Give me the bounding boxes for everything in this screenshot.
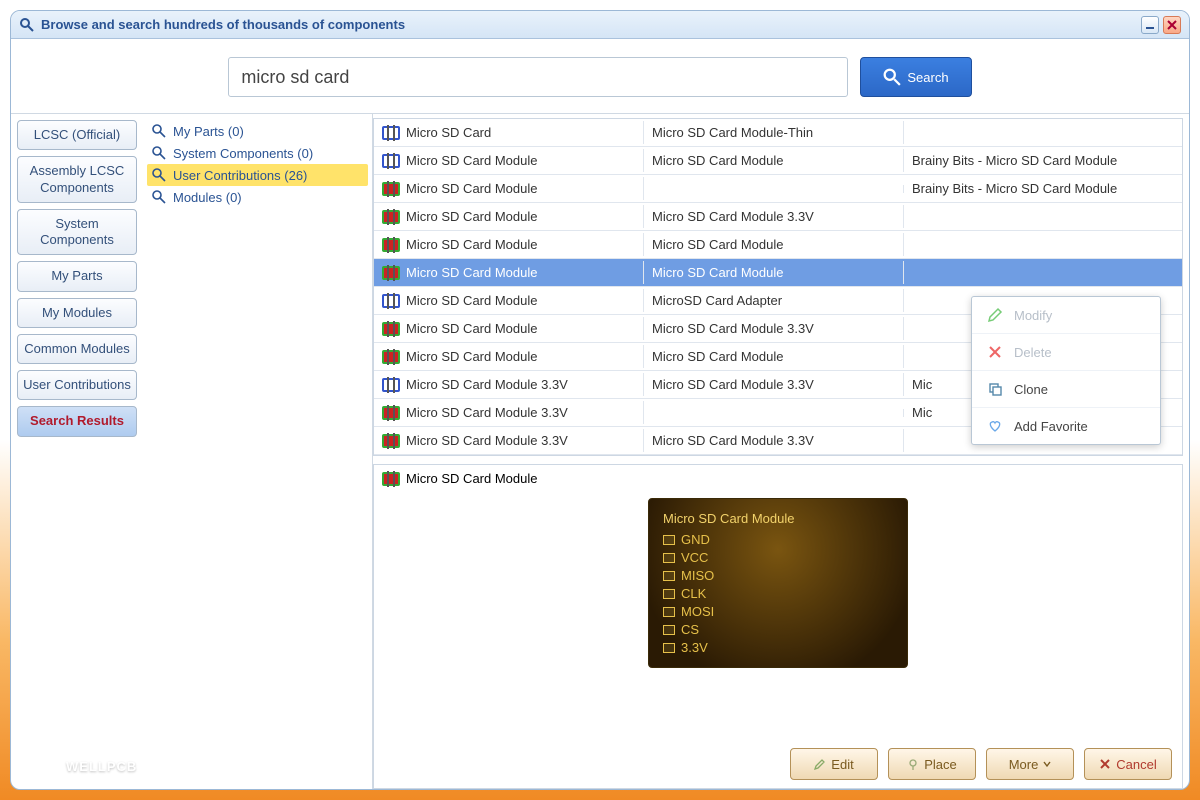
nav-button-7[interactable]: Search Results	[17, 406, 137, 436]
footprint-preview: Micro SD Card Module GND VCC MISO CLK MOSI CS…	[648, 498, 908, 668]
pad-icon	[663, 553, 675, 563]
more-button[interactable]: More	[986, 748, 1074, 780]
main-body: LCSC (Official) Assembly LCSC Components S…	[11, 114, 1189, 789]
place-button[interactable]: Place	[888, 748, 976, 780]
nav-button-3[interactable]: My Parts	[17, 261, 137, 291]
watermark-text: WELLPCB	[66, 759, 137, 774]
search-button-label: Search	[907, 70, 948, 85]
wellpcb-logo-icon	[30, 754, 58, 778]
pad-icon	[663, 535, 675, 545]
footprint-pin: MOSI	[663, 604, 893, 619]
magnifier-icon	[151, 167, 167, 183]
table-row[interactable]: Micro SD Card ModuleMicro SD Card Module	[374, 259, 1182, 287]
nav-button-0[interactable]: LCSC (Official)	[17, 120, 137, 150]
footprint-pin: VCC	[663, 550, 893, 565]
titlebar: Browse and search hundreds of thousands …	[11, 11, 1189, 39]
results-pane: Micro SD CardMicro SD Card Module-ThinMi…	[373, 114, 1189, 789]
context-menu-modify: Modify	[972, 297, 1160, 334]
window-title: Browse and search hundreds of thousands …	[41, 17, 405, 32]
footprint-pin: CLK	[663, 586, 893, 601]
footprint-pin: CS	[663, 622, 893, 637]
component-icon	[382, 126, 400, 140]
component-icon	[382, 210, 400, 224]
magnifier-icon	[151, 189, 167, 205]
component-icon	[382, 406, 400, 420]
tree-item-0[interactable]: My Parts (0)	[147, 120, 368, 142]
pad-icon	[663, 589, 675, 599]
search-input[interactable]	[228, 57, 848, 97]
table-row[interactable]: Micro SD Card ModuleMicro SD Card Module…	[374, 147, 1182, 175]
cancel-icon	[1099, 758, 1111, 770]
minimize-icon	[1145, 20, 1155, 30]
minimize-button[interactable]	[1141, 16, 1159, 34]
edit-button[interactable]: Edit	[790, 748, 878, 780]
magnifier-icon	[151, 145, 167, 161]
close-button[interactable]	[1163, 16, 1181, 34]
heart-icon	[986, 418, 1004, 434]
copy-icon	[986, 381, 1004, 397]
preview-panel: Micro SD Card Module Micro SD Card Modul…	[373, 464, 1183, 789]
pad-icon	[663, 625, 675, 635]
context-menu-delete: Delete	[972, 334, 1160, 371]
pad-icon	[663, 643, 675, 653]
footprint-pin: 3.3V	[663, 640, 893, 655]
context-menu: ModifyDeleteCloneAdd Favorite	[971, 296, 1161, 445]
footprint-pin: MISO	[663, 568, 893, 583]
place-icon	[907, 758, 919, 770]
app-icon	[19, 17, 35, 33]
chevron-down-icon	[1043, 760, 1051, 768]
pad-icon	[663, 607, 675, 617]
tree-item-2[interactable]: User Contributions (26)	[147, 164, 368, 186]
preview-title: Micro SD Card Module	[406, 471, 538, 486]
tree-item-1[interactable]: System Components (0)	[147, 142, 368, 164]
context-menu-clone[interactable]: Clone	[972, 371, 1160, 408]
nav-button-4[interactable]: My Modules	[17, 298, 137, 328]
preview-header: Micro SD Card Module	[374, 465, 1182, 492]
table-row[interactable]: Micro SD Card ModuleMicro SD Card Module…	[374, 203, 1182, 231]
component-icon	[382, 182, 400, 196]
nav-button-1[interactable]: Assembly LCSC Components	[17, 156, 137, 203]
pencil-icon	[986, 307, 1004, 323]
nav-button-6[interactable]: User Contributions	[17, 370, 137, 400]
pencil-icon	[814, 758, 826, 770]
action-bar: Edit Place More Cancel	[374, 740, 1182, 788]
nav-sidebar: LCSC (Official) Assembly LCSC Components S…	[11, 114, 143, 789]
component-icon	[382, 294, 400, 308]
nav-button-5[interactable]: Common Modules	[17, 334, 137, 364]
pad-icon	[663, 571, 675, 581]
table-row[interactable]: Micro SD Card ModuleBrainy Bits - Micro …	[374, 175, 1182, 203]
component-icon	[382, 350, 400, 364]
component-icon	[382, 472, 400, 486]
component-icon	[382, 238, 400, 252]
component-icon	[382, 266, 400, 280]
close-icon	[1167, 20, 1177, 30]
footprint-pin: GND	[663, 532, 893, 547]
component-icon	[382, 434, 400, 448]
search-icon	[883, 68, 901, 86]
category-tree: My Parts (0)System Components (0)User Co…	[143, 114, 373, 789]
table-row[interactable]: Micro SD CardMicro SD Card Module-Thin	[374, 119, 1182, 147]
cancel-button[interactable]: Cancel	[1084, 748, 1172, 780]
app-window: Browse and search hundreds of thousands …	[10, 10, 1190, 790]
component-icon	[382, 154, 400, 168]
nav-button-2[interactable]: System Components	[17, 209, 137, 256]
tree-item-3[interactable]: Modules (0)	[147, 186, 368, 208]
component-icon	[382, 322, 400, 336]
context-menu-add-favorite[interactable]: Add Favorite	[972, 408, 1160, 444]
magnifier-icon	[151, 123, 167, 139]
watermark: WELLPCB	[30, 754, 137, 778]
table-row[interactable]: Micro SD Card ModuleMicro SD Card Module	[374, 231, 1182, 259]
x-icon	[986, 344, 1004, 360]
search-button[interactable]: Search	[860, 57, 971, 97]
footprint-title: Micro SD Card Module	[663, 511, 893, 526]
component-icon	[382, 378, 400, 392]
search-bar: Search	[11, 39, 1189, 114]
